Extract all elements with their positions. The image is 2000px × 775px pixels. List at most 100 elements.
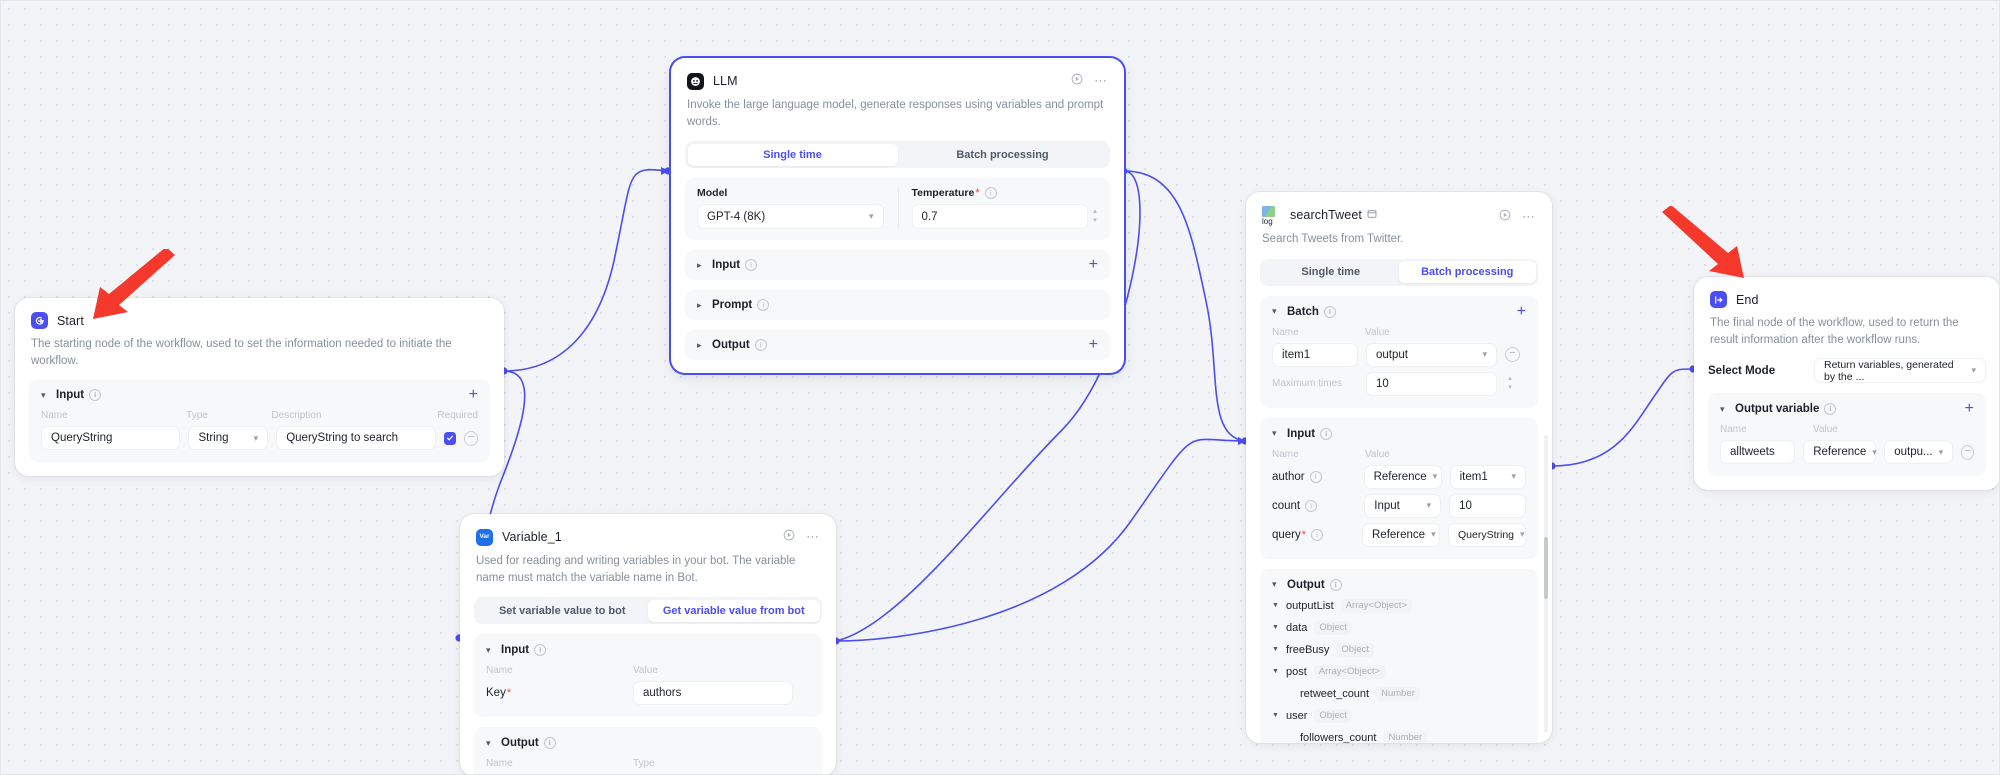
count-mode-select[interactable]: Input ▾ xyxy=(1364,494,1441,518)
run-icon[interactable] xyxy=(783,528,795,546)
remove-batch-row-button[interactable]: − xyxy=(1505,347,1520,362)
node-llm[interactable]: LLM ⋯ Invoke the large language model, g… xyxy=(671,58,1124,373)
info-icon[interactable]: i xyxy=(755,339,767,351)
info-icon[interactable]: i xyxy=(1324,306,1336,318)
output-tree-row[interactable]: ▼freeBusyObject xyxy=(1272,643,1526,657)
output-variable-section-header[interactable]: ▾ Output variable i + xyxy=(1720,403,1974,415)
start-input-section-header[interactable]: ▾ Input i + xyxy=(41,389,478,401)
input-param-query: query* i xyxy=(1272,529,1354,541)
output-variable-value-select[interactable]: outpu... ▾ xyxy=(1884,440,1953,464)
node-variable[interactable]: Var Variable_1 ⋯ Used for reading and wr… xyxy=(460,514,836,775)
info-icon[interactable]: i xyxy=(1824,403,1836,415)
info-icon[interactable]: i xyxy=(534,644,546,656)
add-output-variable-button[interactable]: + xyxy=(1965,404,1974,414)
info-icon[interactable]: i xyxy=(89,389,101,401)
input-section-header[interactable]: ▾ Input i xyxy=(1272,428,1526,440)
tab-get-variable[interactable]: Get variable value from bot xyxy=(648,600,820,622)
info-icon[interactable]: i xyxy=(1305,500,1317,512)
temperature-field[interactable]: 0.7 xyxy=(912,204,1089,229)
model-label: Model xyxy=(697,187,884,199)
author-value-select[interactable]: item1 ▾ xyxy=(1450,465,1526,489)
info-icon[interactable]: i xyxy=(757,299,769,311)
maximum-times-field[interactable]: 10 xyxy=(1366,372,1497,396)
model-select[interactable]: GPT-4 (8K) ▾ xyxy=(697,204,884,229)
info-icon[interactable]: i xyxy=(544,737,556,749)
tab-batch-processing[interactable]: Batch processing xyxy=(1399,261,1536,283)
info-icon[interactable]: i xyxy=(745,259,757,271)
llm-input-section[interactable]: ▸ Input i + xyxy=(685,250,1110,280)
required-asterisk: * xyxy=(507,690,511,696)
caret-down-icon[interactable]: ▼ xyxy=(1272,668,1280,675)
tab-batch-processing[interactable]: Batch processing xyxy=(898,144,1108,166)
add-llm-input-button[interactable]: + xyxy=(1089,260,1098,270)
batch-columns: Name Value xyxy=(1272,327,1526,338)
output-section-header[interactable]: ▾ Output i xyxy=(1272,579,1526,591)
add-batch-button[interactable]: + xyxy=(1517,307,1526,317)
output-tree-row[interactable]: ▼postArray<Object> xyxy=(1272,665,1526,679)
input-name-field[interactable]: QueryString xyxy=(41,426,180,450)
input-columns: Name Value xyxy=(1272,449,1526,460)
count-value-field[interactable]: 10 xyxy=(1449,494,1526,518)
searchtweet-mode-tabs[interactable]: Single time Batch processing xyxy=(1260,259,1538,286)
add-input-button[interactable]: + xyxy=(469,390,478,400)
input-type-select[interactable]: String ▾ xyxy=(188,426,268,450)
more-icon[interactable]: ⋯ xyxy=(806,533,820,541)
variable-mode-tabs[interactable]: Set variable value to bot Get variable v… xyxy=(474,597,822,624)
caret-down-icon[interactable]: ▼ xyxy=(1272,646,1280,653)
start-node-description: The starting node of the workflow, used … xyxy=(15,329,504,369)
temperature-stepper[interactable]: ▲▼ xyxy=(1088,209,1098,224)
run-icon[interactable] xyxy=(1071,72,1083,90)
llm-model-panel: Model GPT-4 (8K) ▾ Temperature * i 0.7 ▲… xyxy=(685,178,1110,240)
caret-down-icon[interactable]: ▼ xyxy=(1272,602,1280,609)
info-icon[interactable]: i xyxy=(985,187,997,199)
llm-node-icon xyxy=(687,73,704,90)
info-icon[interactable]: i xyxy=(1311,529,1323,541)
info-icon[interactable]: i xyxy=(1320,428,1332,440)
remove-output-variable-button[interactable]: − xyxy=(1961,445,1974,460)
table-row: Key* authors xyxy=(486,681,810,705)
output-tree-row[interactable]: retweet_countNumber xyxy=(1272,687,1526,701)
run-icon[interactable] xyxy=(1499,208,1511,226)
start-input-panel: ▾ Input i + Name Type Description Requir… xyxy=(29,379,490,462)
node-searchtweet[interactable]: log searchTweet ⋯ Search Tweets from Twi… xyxy=(1246,192,1552,743)
output-tree-row[interactable]: followers_countNumber xyxy=(1272,731,1526,743)
required-checkbox[interactable] xyxy=(444,432,456,445)
input-description-field[interactable]: QueryString to search xyxy=(276,426,436,450)
tab-set-variable[interactable]: Set variable value to bot xyxy=(477,600,649,622)
output-variable-mode-select[interactable]: Reference ▾ xyxy=(1803,440,1876,464)
caret-down-icon[interactable]: ▼ xyxy=(1272,712,1280,719)
variable-input-section-header[interactable]: ▾ Input i xyxy=(486,644,810,656)
info-icon[interactable]: i xyxy=(1310,471,1322,483)
batch-section-header[interactable]: ▾ Batch i + xyxy=(1272,306,1526,318)
output-tree-row[interactable]: ▼dataObject xyxy=(1272,621,1526,635)
llm-output-section[interactable]: ▸ Output i + xyxy=(685,330,1110,360)
output-variable-name-field[interactable]: alltweets xyxy=(1720,440,1795,464)
query-value-select[interactable]: QueryString ▾ xyxy=(1448,523,1526,547)
batch-value-select[interactable]: output ▾ xyxy=(1366,343,1497,367)
workflow-canvas[interactable]: Start The starting node of the workflow,… xyxy=(0,0,2000,775)
query-mode-select[interactable]: Reference ▾ xyxy=(1362,523,1440,547)
tab-single-time[interactable]: Single time xyxy=(688,144,898,166)
add-llm-output-button[interactable]: + xyxy=(1089,340,1098,350)
more-icon[interactable]: ⋯ xyxy=(1522,213,1536,221)
tab-single-time[interactable]: Single time xyxy=(1263,261,1400,283)
maximum-times-stepper[interactable]: ▲▼ xyxy=(1505,376,1513,391)
caret-down-icon[interactable]: ▼ xyxy=(1272,624,1280,631)
info-icon[interactable]: i xyxy=(1330,579,1342,591)
select-mode-dropdown[interactable]: Return variables, generated by the ... ▾ xyxy=(1814,358,1986,383)
output-tree-row[interactable]: ▼userObject xyxy=(1272,709,1526,723)
output-tree-row[interactable]: ▼outputListArray<Object> xyxy=(1272,599,1526,613)
remove-row-button[interactable]: − xyxy=(464,431,478,446)
searchtweet-scrollbar-thumb[interactable] xyxy=(1544,537,1548,599)
author-mode-select[interactable]: Reference ▾ xyxy=(1364,465,1442,489)
variable-input-label: Input xyxy=(501,644,529,656)
more-icon[interactable]: ⋯ xyxy=(1094,77,1108,85)
variable-output-section-header[interactable]: ▾ Output i xyxy=(486,737,810,749)
chevron-right-icon: ▸ xyxy=(697,300,705,311)
variable-key-value-field[interactable]: authors xyxy=(633,681,793,705)
param-name: query xyxy=(1272,529,1301,541)
node-end[interactable]: End The final node of the workflow, used… xyxy=(1694,277,2000,490)
llm-prompt-section[interactable]: ▸ Prompt i xyxy=(685,290,1110,320)
batch-name-field[interactable]: item1 xyxy=(1272,343,1358,367)
llm-mode-tabs[interactable]: Single time Batch processing xyxy=(685,141,1110,168)
